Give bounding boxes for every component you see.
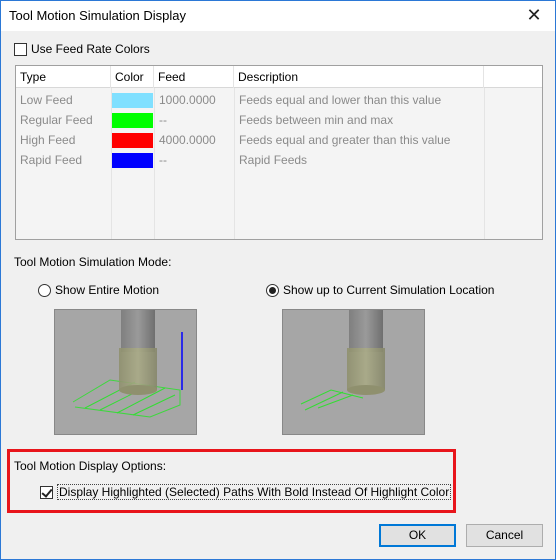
display-options-label: Tool Motion Display Options: bbox=[14, 459, 167, 473]
column-header-filler bbox=[484, 66, 542, 88]
color-swatch[interactable] bbox=[112, 113, 153, 128]
use-feed-rate-colors-label: Use Feed Rate Colors bbox=[31, 42, 150, 56]
table-row[interactable]: High Feed 4000.0000 Feeds equal and grea… bbox=[16, 130, 542, 150]
row-description: Rapid Feeds bbox=[239, 153, 308, 167]
display-bold-paths-label: Display Highlighted (Selected) Paths Wit… bbox=[57, 484, 452, 500]
use-feed-rate-colors-row[interactable]: Use Feed Rate Colors bbox=[14, 42, 150, 56]
color-swatch[interactable] bbox=[112, 153, 153, 168]
row-type: Low Feed bbox=[20, 93, 73, 107]
radio-show-up-to-current[interactable]: Show up to Current Simulation Location bbox=[266, 283, 494, 297]
ok-button[interactable]: OK bbox=[379, 524, 456, 547]
row-feed: -- bbox=[159, 153, 167, 167]
display-bold-paths-checkbox[interactable] bbox=[40, 485, 53, 499]
column-header-feed[interactable]: Feed bbox=[154, 66, 234, 88]
tool-motion-dialog: Tool Motion Simulation Display ✕ Use Fee… bbox=[0, 0, 556, 560]
table-row[interactable]: Rapid Feed -- Rapid Feeds bbox=[16, 150, 542, 170]
row-type: High Feed bbox=[20, 133, 76, 147]
radio-show-entire-motion[interactable]: Show Entire Motion bbox=[38, 283, 159, 297]
tool-simulation-illustration bbox=[72, 310, 183, 418]
radio-label: Show up to Current Simulation Location bbox=[283, 283, 495, 297]
feed-rate-table: Type Color Feed Description Low Feed 100… bbox=[15, 65, 543, 240]
color-swatch[interactable] bbox=[112, 93, 153, 108]
simulation-mode-label: Tool Motion Simulation Mode: bbox=[14, 255, 172, 269]
row-description: Feeds between min and max bbox=[239, 113, 394, 127]
radio-button[interactable] bbox=[38, 283, 51, 297]
column-header-type[interactable]: Type bbox=[16, 66, 111, 88]
color-swatch[interactable] bbox=[112, 133, 153, 148]
entire-motion-preview-image bbox=[54, 309, 197, 435]
row-type: Regular Feed bbox=[20, 113, 93, 127]
row-feed: 1000.0000 bbox=[159, 93, 216, 107]
use-feed-rate-colors-checkbox[interactable] bbox=[14, 42, 27, 56]
radio-label: Show Entire Motion bbox=[55, 283, 160, 297]
table-row[interactable]: Low Feed 1000.0000 Feeds equal and lower… bbox=[16, 90, 542, 110]
radio-button[interactable] bbox=[266, 283, 279, 297]
window-title: Tool Motion Simulation Display bbox=[9, 8, 187, 23]
current-location-preview-image bbox=[282, 309, 425, 435]
column-header-description[interactable]: Description bbox=[234, 66, 484, 88]
row-feed: -- bbox=[159, 113, 167, 127]
row-feed: 4000.0000 bbox=[159, 133, 216, 147]
cancel-button[interactable]: Cancel bbox=[466, 524, 543, 547]
column-header-color[interactable]: Color bbox=[111, 66, 154, 88]
tool-simulation-illustration bbox=[300, 310, 385, 411]
row-description: Feeds equal and lower than this value bbox=[239, 93, 442, 107]
close-icon[interactable]: ✕ bbox=[523, 5, 545, 25]
table-row[interactable]: Regular Feed -- Feeds between min and ma… bbox=[16, 110, 542, 130]
table-header: Type Color Feed Description bbox=[16, 66, 542, 88]
row-type: Rapid Feed bbox=[20, 153, 83, 167]
row-description: Feeds equal and greater than this value bbox=[239, 133, 451, 147]
display-bold-paths-row[interactable]: Display Highlighted (Selected) Paths Wit… bbox=[40, 484, 452, 500]
title-bar: Tool Motion Simulation Display ✕ bbox=[1, 1, 555, 31]
